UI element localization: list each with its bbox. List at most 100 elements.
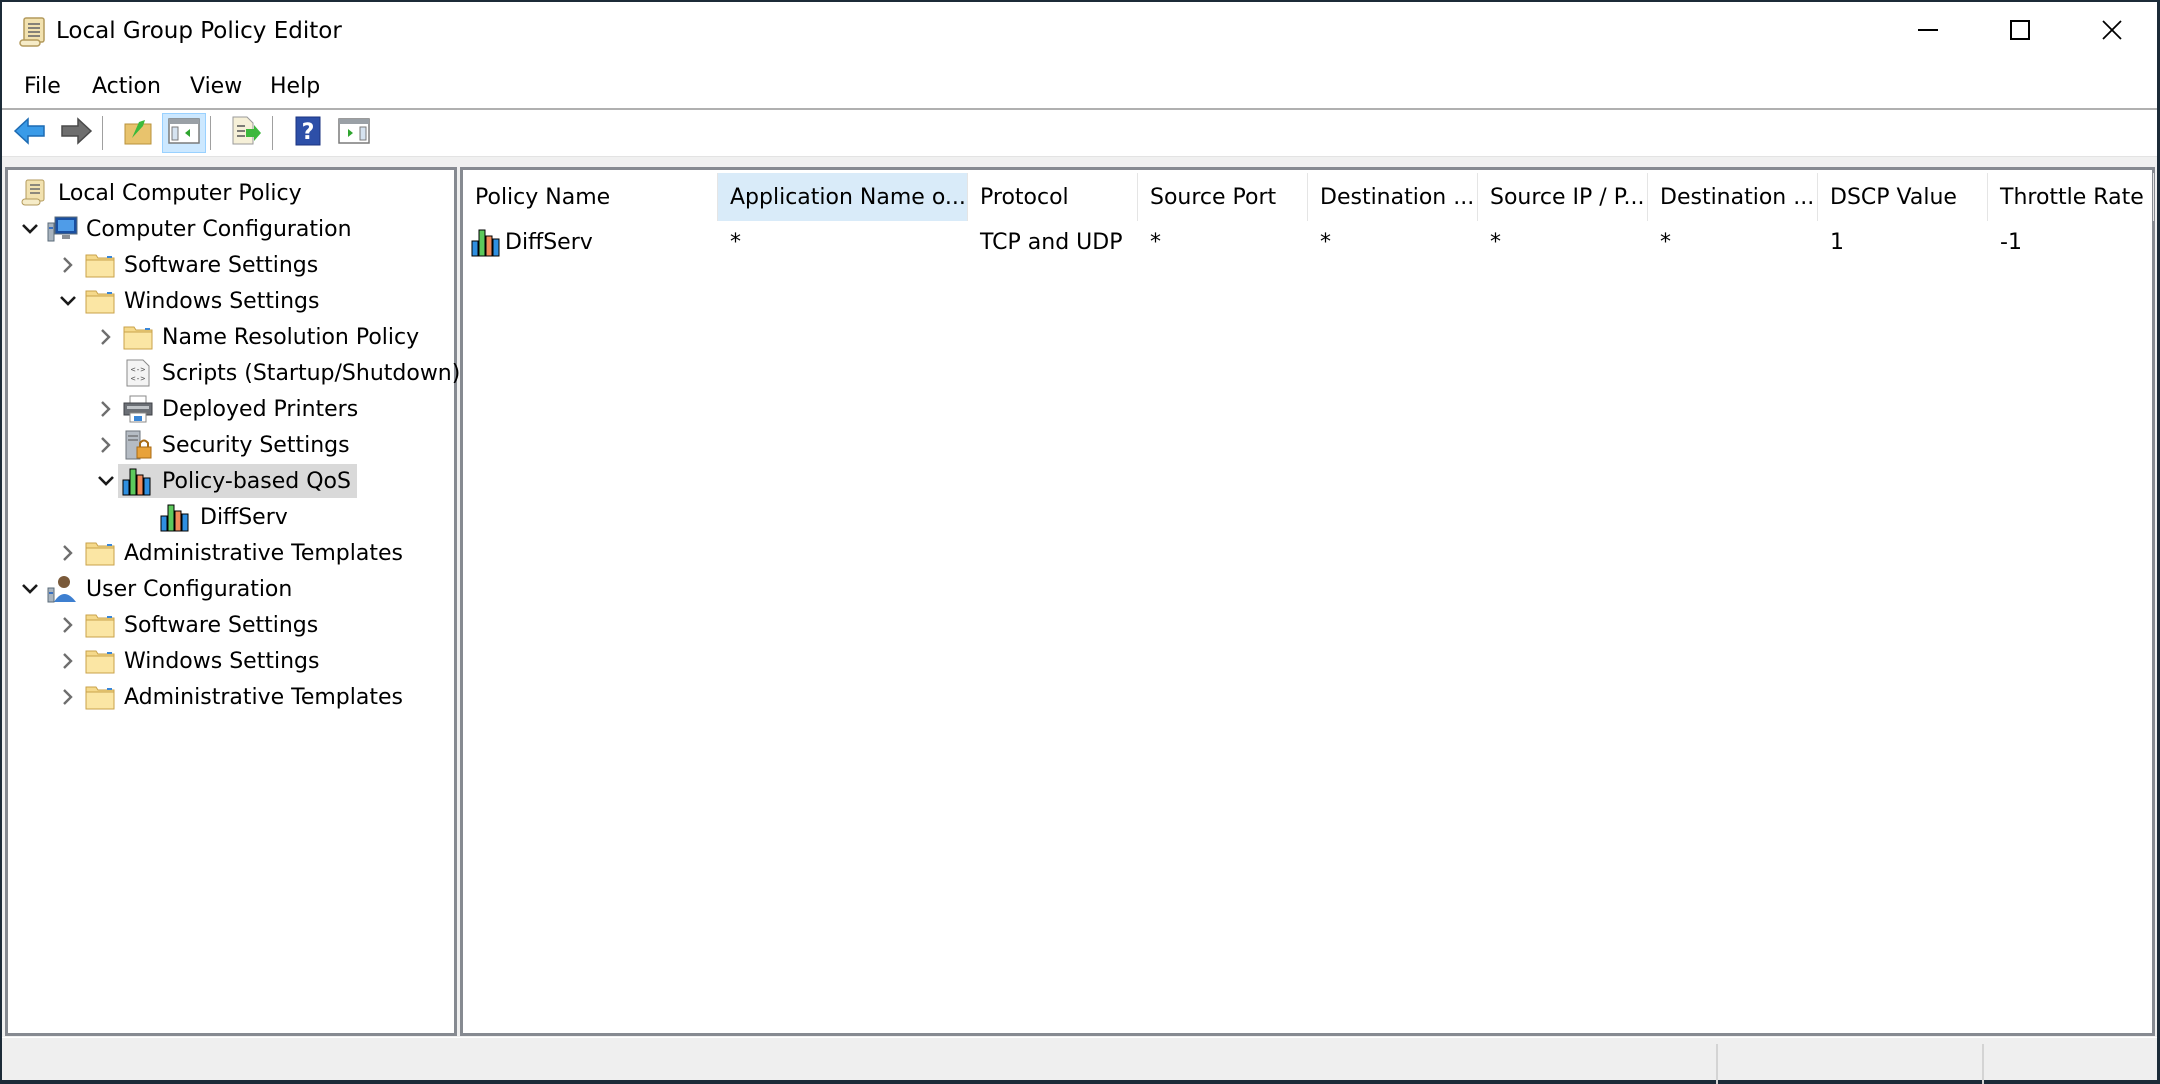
- tree-item-label: Deployed Printers: [162, 396, 359, 422]
- cell-value: -1: [2000, 229, 2022, 255]
- arrow-left-icon: [13, 116, 47, 150]
- status-separator: [1982, 1044, 1984, 1084]
- status-bar: [2, 1038, 2157, 1084]
- tree-item[interactable]: Deployed Printers: [94, 392, 364, 426]
- chevron-right-icon[interactable]: [56, 541, 80, 565]
- tree-item-label: Administrative Templates: [124, 540, 403, 566]
- scroll-icon: [18, 178, 50, 208]
- chevron-down-icon[interactable]: [56, 289, 80, 313]
- workspace: Local Computer Policy Computer Configurat…: [2, 157, 2157, 1037]
- tree-item[interactable]: Software Settings: [56, 608, 324, 642]
- show-hide-action-pane-button[interactable]: [332, 113, 376, 153]
- tree-item-content[interactable]: Computer Configuration: [42, 212, 358, 246]
- tree-item-content[interactable]: Security Settings: [118, 428, 356, 462]
- security-icon: [122, 430, 154, 460]
- tree-item-content[interactable]: Windows Settings: [80, 644, 325, 678]
- folder-icon: [84, 646, 116, 676]
- tree-item[interactable]: Software Settings: [56, 248, 324, 282]
- folder-icon: [84, 538, 116, 568]
- chevron-right-icon[interactable]: [94, 433, 118, 457]
- tree-item-content[interactable]: Local Computer Policy: [14, 176, 308, 210]
- maximize-icon: [2009, 19, 2031, 45]
- chevron-right-icon[interactable]: [56, 649, 80, 673]
- tree-item-content[interactable]: DiffServ: [156, 500, 294, 534]
- tree-item-content[interactable]: Deployed Printers: [118, 392, 364, 426]
- tree-item-content[interactable]: <-> <-> Scripts (Startup/Shutdown): [118, 356, 466, 390]
- chevron-right-icon[interactable]: [94, 397, 118, 421]
- tree-item-label: User Configuration: [86, 576, 293, 602]
- tree-item-content[interactable]: Administrative Templates: [80, 536, 409, 570]
- tree-item-label: Local Computer Policy: [58, 180, 302, 206]
- tree-item-label: DiffServ: [200, 504, 288, 530]
- menu-file[interactable]: File: [20, 72, 65, 101]
- tree-item-content[interactable]: Policy-based QoS: [118, 464, 357, 498]
- back-button[interactable]: [8, 113, 52, 153]
- chevron-down-icon[interactable]: [18, 217, 42, 241]
- forward-button[interactable]: [54, 113, 98, 153]
- export-list-icon: [230, 116, 262, 150]
- tree-item[interactable]: User Configuration: [18, 572, 298, 606]
- menu-bar: File Action View Help: [2, 68, 2157, 108]
- cell-value: *: [730, 229, 741, 255]
- toolbar: ?: [2, 110, 2157, 157]
- tree-item-label: Policy-based QoS: [162, 468, 351, 494]
- tree-item[interactable]: Policy-based QoS: [94, 464, 357, 498]
- menu-action[interactable]: Action: [88, 72, 165, 101]
- chevron-down-icon[interactable]: [18, 577, 42, 601]
- menu-help[interactable]: Help: [266, 72, 324, 101]
- folder-icon: [122, 322, 154, 352]
- tree-item-label: Software Settings: [124, 252, 319, 278]
- minimize-button[interactable]: [1882, 2, 1974, 62]
- table-row[interactable]: DiffServ * TCP and UDP * * * * 1 -1: [463, 170, 2152, 270]
- tree-item-content[interactable]: Software Settings: [80, 248, 324, 282]
- tree-item[interactable]: Windows Settings: [56, 644, 325, 678]
- tree-item[interactable]: Local Computer Policy: [14, 176, 308, 210]
- tree-item-label: Name Resolution Policy: [162, 324, 420, 350]
- tree-item[interactable]: Security Settings: [94, 428, 356, 462]
- tree-item-content[interactable]: Administrative Templates: [80, 680, 409, 714]
- folder-up-icon: [123, 116, 153, 150]
- window-title: Local Group Policy Editor: [56, 18, 342, 44]
- tree-item-content[interactable]: User Configuration: [42, 572, 298, 606]
- qos-chart-icon: [471, 227, 503, 257]
- tree-item-content[interactable]: Name Resolution Policy: [118, 320, 425, 354]
- close-button[interactable]: [2066, 2, 2158, 62]
- chevron-right-icon[interactable]: [56, 613, 80, 637]
- tree-item[interactable]: Administrative Templates: [56, 680, 409, 714]
- folder-icon: [84, 286, 116, 316]
- computer-icon: [46, 214, 78, 244]
- chevron-right-icon[interactable]: [56, 253, 80, 277]
- close-icon: [2101, 19, 2123, 45]
- tree-item[interactable]: Computer Configuration: [18, 212, 358, 246]
- up-one-level-button[interactable]: [116, 113, 160, 153]
- tree-item[interactable]: DiffServ: [132, 500, 294, 534]
- table-cell: *: [1138, 225, 1308, 259]
- tree-item[interactable]: Administrative Templates: [56, 536, 409, 570]
- show-hide-console-tree-button[interactable]: [162, 113, 206, 153]
- chevron-down-icon[interactable]: [94, 469, 118, 493]
- table-cell: *: [1648, 225, 1818, 259]
- menu-view[interactable]: View: [186, 72, 246, 101]
- table-cell: *: [1478, 225, 1648, 259]
- maximize-button[interactable]: [1974, 2, 2066, 62]
- table-cell: DiffServ: [463, 225, 718, 259]
- arrow-right-icon: [59, 116, 93, 150]
- tree-item-content[interactable]: Windows Settings: [80, 284, 325, 318]
- chevron-right-icon[interactable]: [94, 325, 118, 349]
- tree-item[interactable]: Name Resolution Policy: [94, 320, 425, 354]
- action-pane-icon: [338, 117, 370, 149]
- script-icon: <-> <->: [122, 358, 154, 388]
- tree-item-content[interactable]: Software Settings: [80, 608, 324, 642]
- toolbar-separator: [210, 116, 211, 150]
- tree-item[interactable]: Windows Settings: [56, 284, 325, 318]
- export-list-button[interactable]: [224, 113, 268, 153]
- chevron-right-icon[interactable]: [56, 685, 80, 709]
- tree-item-label: Security Settings: [162, 432, 350, 458]
- help-button[interactable]: ?: [286, 113, 330, 153]
- minimize-icon: [1917, 19, 1939, 45]
- qos-chart-icon: [160, 502, 192, 532]
- cell-value: *: [1660, 229, 1671, 255]
- tree-item[interactable]: <-> <-> Scripts (Startup/Shutdown): [94, 356, 466, 390]
- cell-value: *: [1320, 229, 1331, 255]
